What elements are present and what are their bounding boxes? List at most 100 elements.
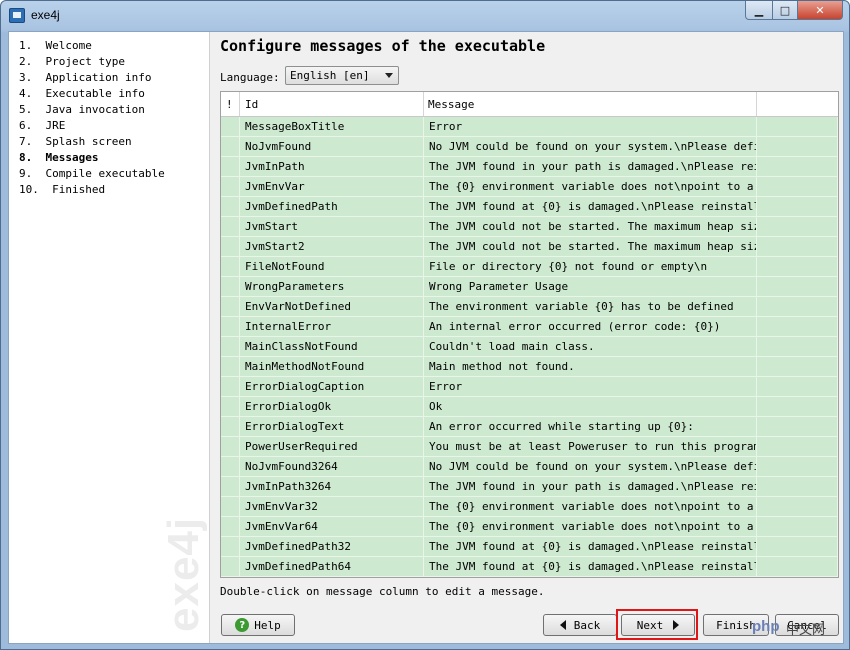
message-cell[interactable]: An error occurred while starting up {0}: [424, 417, 757, 437]
button-bar: ? Help Back Next Finish Cancel [219, 602, 843, 643]
next-button-highlight [616, 609, 698, 640]
column-header-message[interactable]: Message [424, 92, 757, 116]
message-cell[interactable]: The environment variable {0} has to be d… [424, 297, 757, 317]
message-cell[interactable]: Ok [424, 397, 757, 417]
extra-cell [757, 277, 838, 297]
flag-cell [221, 277, 240, 297]
message-cell[interactable]: The JVM found in your path is damaged.\n… [424, 477, 757, 497]
table-row[interactable]: JvmEnvVar The {0} environment variable do… [221, 177, 838, 197]
help-button-label: Help [254, 618, 281, 632]
message-cell[interactable]: The JVM could not be started. The maximu… [424, 217, 757, 237]
flag-cell [221, 237, 240, 257]
flag-cell [221, 217, 240, 237]
edit-hint: Double-click on message column to edit a… [220, 585, 545, 598]
extra-cell [757, 437, 838, 457]
message-cell[interactable]: The {0} environment variable does not\np… [424, 177, 757, 197]
message-cell[interactable]: Error [424, 377, 757, 397]
language-select[interactable]: English [en] [285, 66, 399, 85]
id-cell: NoJvmFound3264 [240, 457, 424, 477]
table-row[interactable]: JvmInPath The JVM found in your path is d… [221, 157, 838, 177]
table-row[interactable]: PowerUserRequired You must be at least Po… [221, 437, 838, 457]
id-cell: MessageBoxTitle [240, 117, 424, 137]
table-row[interactable]: NoJvmFound3264 No JVM could be found on y… [221, 457, 838, 477]
flag-cell [221, 457, 240, 477]
table-row[interactable]: JvmInPath3264 The JVM found in your path … [221, 477, 838, 497]
message-cell[interactable]: You must be at least Poweruser to run th… [424, 437, 757, 457]
column-header-id[interactable]: Id [240, 92, 424, 116]
flag-cell [221, 517, 240, 537]
table-row[interactable]: JvmEnvVar64 The {0} environment variable … [221, 517, 838, 537]
flag-cell [221, 557, 240, 577]
extra-cell [757, 137, 838, 157]
extra-cell [757, 497, 838, 517]
id-cell: JvmInPath3264 [240, 477, 424, 497]
flag-cell [221, 177, 240, 197]
table-row[interactable]: ErrorDialogText An error occurred while s… [221, 417, 838, 437]
exe4j-watermark: exe4j [159, 516, 208, 632]
message-cell[interactable]: The {0} environment variable does not\np… [424, 517, 757, 537]
help-button[interactable]: ? Help [221, 614, 295, 636]
message-cell[interactable]: No JVM could be found on your system.\nP… [424, 457, 757, 477]
extra-cell [757, 477, 838, 497]
table-row[interactable]: EnvVarNotDefined The environment variable… [221, 297, 838, 317]
id-cell: ErrorDialogCaption [240, 377, 424, 397]
message-cell[interactable]: File or directory {0} not found or empty… [424, 257, 757, 277]
exe4j-window: exe4j ▁ □ ✕ 1. Welcome 2. Project type 3. … [0, 0, 850, 650]
table-row[interactable]: NoJvmFound No JVM could be found on your … [221, 137, 838, 157]
message-cell[interactable]: The JVM could not be started. The maximu… [424, 237, 757, 257]
table-row[interactable]: JvmDefinedPath32 The JVM found at {0} is … [221, 537, 838, 557]
table-row[interactable]: JvmStart2 The JVM could not be started. T… [221, 237, 838, 257]
message-cell[interactable]: The JVM found at {0} is damaged.\nPlease… [424, 557, 757, 577]
table-row[interactable]: JvmDefinedPath The JVM found at {0} is da… [221, 197, 838, 217]
table-row[interactable]: MessageBoxTitle Error [221, 117, 838, 137]
id-cell: MainMethodNotFound [240, 357, 424, 377]
close-button[interactable]: ✕ [798, 1, 843, 20]
id-cell: JvmDefinedPath64 [240, 557, 424, 577]
app-icon [9, 8, 25, 23]
message-cell[interactable]: Couldn't load main class. [424, 337, 757, 357]
table-row[interactable]: JvmStart The JVM could not be started. Th… [221, 217, 838, 237]
message-cell[interactable]: Main method not found. [424, 357, 757, 377]
id-cell: EnvVarNotDefined [240, 297, 424, 317]
table-row[interactable]: InternalError An internal error occurred … [221, 317, 838, 337]
message-cell[interactable]: Error [424, 117, 757, 137]
table-row[interactable]: WrongParameters Wrong Parameter Usage [221, 277, 838, 297]
maximize-button[interactable]: □ [773, 1, 798, 20]
flag-cell [221, 477, 240, 497]
message-cell[interactable]: The JVM found at {0} is damaged.\nPlease… [424, 197, 757, 217]
php-site-text: 中文网 [786, 623, 826, 638]
table-row[interactable]: JvmDefinedPath64 The JVM found at {0} is … [221, 557, 838, 577]
back-button[interactable]: Back [543, 614, 617, 636]
flag-cell [221, 197, 240, 217]
table-row[interactable]: MainMethodNotFound Main method not found. [221, 357, 838, 377]
id-cell: PowerUserRequired [240, 437, 424, 457]
sidebar-step: 4. Executable info [19, 87, 145, 100]
sidebar-step: 6. JRE [19, 119, 66, 132]
table-row[interactable]: JvmEnvVar32 The {0} environment variable … [221, 497, 838, 517]
extra-cell [757, 237, 838, 257]
title-bar[interactable]: exe4j ▁ □ ✕ [1, 1, 849, 31]
table-row[interactable]: ErrorDialogOk Ok [221, 397, 838, 417]
message-cell[interactable]: The JVM found in your path is damaged.\n… [424, 157, 757, 177]
sidebar-step: 3. Application info [19, 71, 152, 84]
extra-cell [757, 557, 838, 577]
message-cell[interactable]: No JVM could be found on your system.\nP… [424, 137, 757, 157]
language-label: Language: [220, 71, 280, 84]
extra-cell [757, 157, 838, 177]
message-cell[interactable]: The JVM found at {0} is damaged.\nPlease… [424, 537, 757, 557]
flag-cell [221, 137, 240, 157]
message-cell[interactable]: The {0} environment variable does not\np… [424, 497, 757, 517]
table-row[interactable]: FileNotFound File or directory {0} not fo… [221, 257, 838, 277]
message-cell[interactable]: Wrong Parameter Usage [424, 277, 757, 297]
table-row[interactable]: ErrorDialogCaption Error [221, 377, 838, 397]
messages-table[interactable]: ! Id Message MessageBoxTitle Error NoJvmFo… [220, 91, 839, 578]
finish-button-label: Finish [716, 618, 756, 632]
message-cell[interactable]: An internal error occurred (error code: … [424, 317, 757, 337]
arrow-left-icon [559, 620, 566, 630]
column-header-flag[interactable]: ! [221, 92, 240, 116]
table-row[interactable]: MainClassNotFound Couldn't load main clas… [221, 337, 838, 357]
id-cell: JvmStart2 [240, 237, 424, 257]
extra-cell [757, 297, 838, 317]
minimize-button[interactable]: ▁ [745, 1, 773, 20]
help-icon: ? [235, 618, 250, 632]
